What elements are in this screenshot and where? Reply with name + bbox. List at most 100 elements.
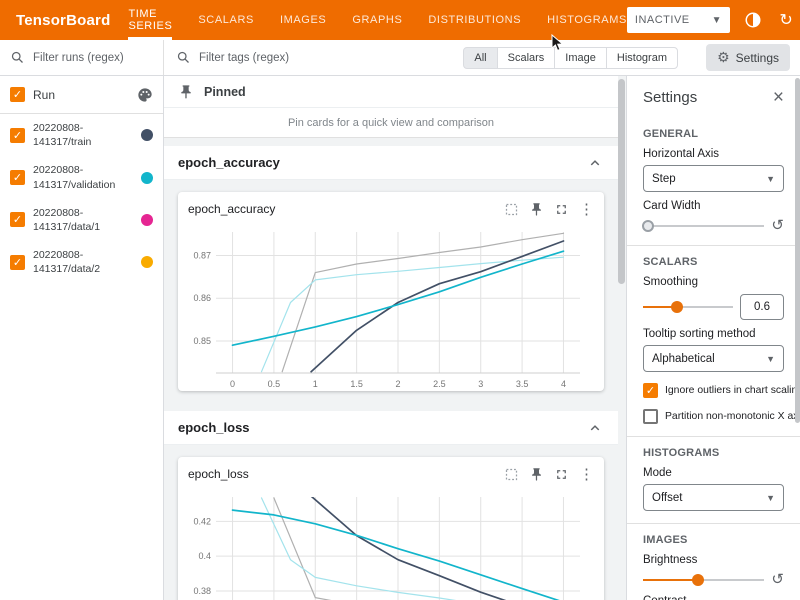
epoch-loss-chart[interactable]: 00.511.522.533.540.360.380.40.42 — [180, 491, 590, 600]
tab-time-series[interactable]: TIME SERIES — [128, 0, 172, 40]
card-title: epoch_loss — [188, 467, 504, 481]
run-row-data-2[interactable]: ✓ 20220808-141317/data/2 — [0, 241, 163, 283]
scalar-card-epoch-accuracy: epoch_accuracy — [178, 192, 604, 391]
pin-icon — [178, 84, 194, 100]
fit-to-data-icon[interactable] — [504, 202, 519, 217]
tag-filter-all[interactable]: All — [463, 47, 497, 69]
palette-icon[interactable] — [137, 87, 153, 103]
section-title: epoch_accuracy — [178, 155, 280, 170]
horizontal-axis-label: Horizontal Axis — [643, 148, 784, 160]
section-epoch-accuracy: epoch_accuracy epoch_accuracy — [164, 146, 618, 391]
smoothing-slider[interactable] — [643, 300, 733, 314]
section-title: epoch_loss — [178, 420, 250, 435]
tag-filter-scalars[interactable]: Scalars — [497, 47, 556, 69]
chevron-down-icon: ▼ — [766, 493, 775, 503]
run-checkbox[interactable]: ✓ — [10, 128, 25, 143]
run-color-dot[interactable] — [141, 129, 153, 141]
run-color-dot[interactable] — [141, 256, 153, 268]
filter-tags-input[interactable] — [199, 52, 455, 64]
run-name: 20220808-141317/data/1 — [33, 206, 133, 234]
general-section-label: GENERAL — [643, 128, 784, 140]
section-header[interactable]: epoch_accuracy — [164, 146, 618, 180]
card-width-slider[interactable] — [643, 219, 764, 233]
histograms-section-label: HISTOGRAMS — [643, 447, 784, 459]
tooltip-sorting-select[interactable]: Alphabetical ▼ — [643, 345, 784, 372]
card-header: epoch_loss — [178, 457, 604, 491]
horizontal-axis-select[interactable]: Step ▼ — [643, 165, 784, 192]
refresh-icon[interactable]: ↻ — [776, 10, 796, 30]
run-checkbox[interactable]: ✓ — [10, 170, 25, 185]
run-row-train[interactable]: ✓ 20220808-141317/train — [0, 114, 163, 156]
ignore-outliers-checkbox[interactable]: ✓ — [643, 383, 658, 398]
filter-toolbar: All Scalars Image Histogram ⚙ Settings — [0, 40, 800, 76]
tab-graphs[interactable]: GRAPHS — [352, 0, 402, 40]
run-row-data-1[interactable]: ✓ 20220808-141317/data/1 — [0, 199, 163, 241]
chevron-down-icon: ▼ — [766, 354, 775, 364]
select-all-runs-checkbox[interactable]: ✓ — [10, 87, 25, 102]
tag-filter-image[interactable]: Image — [554, 47, 607, 69]
tab-scalars[interactable]: SCALARS — [198, 0, 254, 40]
fullscreen-icon[interactable] — [554, 467, 569, 482]
more-options-icon[interactable]: ⋮ — [579, 467, 594, 482]
svg-text:2: 2 — [395, 379, 400, 389]
run-checkbox[interactable]: ✓ — [10, 255, 25, 270]
reset-brightness-icon[interactable]: ↺ — [771, 572, 784, 587]
settings-button-area: ⚙ Settings — [694, 40, 800, 75]
card-header: epoch_accuracy — [178, 192, 604, 226]
pin-icon[interactable] — [529, 202, 544, 217]
run-name: 20220808-141317/train — [33, 121, 133, 149]
app-logo: TensorBoard — [0, 0, 128, 40]
tab-histograms[interactable]: HISTOGRAMS — [547, 0, 627, 40]
content-area: ✓ Run ✓ 20220808-141317/train ✓ 20220808… — [0, 76, 800, 600]
settings-button[interactable]: ⚙ Settings — [706, 44, 790, 71]
partition-x-axis-checkbox[interactable] — [643, 409, 658, 424]
section-header[interactable]: epoch_loss — [164, 411, 618, 445]
scalar-card-epoch-loss: epoch_loss — [178, 457, 604, 600]
status-dropdown[interactable]: INACTIVE ▼ — [627, 7, 730, 33]
filter-runs-input[interactable] — [33, 52, 153, 64]
tab-distributions[interactable]: DISTRIBUTIONS — [428, 0, 521, 40]
epoch-accuracy-chart[interactable]: 00.511.522.533.540.850.860.87 — [180, 226, 590, 391]
tooltip-sorting-label: Tooltip sorting method — [643, 328, 784, 340]
fit-to-data-icon[interactable] — [504, 467, 519, 482]
run-row-validation[interactable]: ✓ 20220808-141317/validation — [0, 156, 163, 198]
ignore-outliers-row[interactable]: ✓ Ignore outliers in chart scaling — [643, 383, 784, 398]
contrast-label: Contrast — [643, 595, 784, 600]
brightness-slider[interactable] — [643, 573, 764, 587]
tag-filter-histogram[interactable]: Histogram — [606, 47, 678, 69]
images-section-label: IMAGES — [643, 534, 784, 546]
tab-images[interactable]: IMAGES — [280, 0, 326, 40]
more-options-icon[interactable]: ⋮ — [579, 202, 594, 217]
partition-x-axis-row[interactable]: Partition non-monotonic X axis i — [643, 409, 784, 424]
svg-text:2.5: 2.5 — [433, 379, 446, 389]
svg-text:0.5: 0.5 — [268, 379, 281, 389]
chevron-up-icon[interactable] — [586, 419, 604, 437]
runs-sidebar: ✓ Run ✓ 20220808-141317/train ✓ 20220808… — [0, 76, 164, 600]
chevron-up-icon[interactable] — [586, 154, 604, 172]
scalars-section-label: SCALARS — [643, 256, 784, 268]
pin-icon[interactable] — [529, 467, 544, 482]
run-color-dot[interactable] — [141, 172, 153, 184]
window-scrollbar[interactable] — [795, 78, 800, 423]
section-epoch-loss: epoch_loss epoch_loss — [164, 411, 618, 600]
svg-text:3.5: 3.5 — [516, 379, 529, 389]
search-icon — [10, 50, 25, 65]
main-nav: TIME SERIES SCALARS IMAGES GRAPHS DISTRI… — [128, 0, 626, 40]
svg-text:1.5: 1.5 — [350, 379, 363, 389]
reset-card-width-icon[interactable]: ↺ — [771, 218, 784, 233]
histogram-mode-value: Offset — [652, 492, 682, 504]
chevron-down-icon: ▼ — [766, 174, 775, 184]
partition-x-axis-label: Partition non-monotonic X axis — [665, 411, 800, 422]
main-scrollbar[interactable] — [618, 79, 625, 284]
smoothing-value-input[interactable] — [740, 294, 784, 320]
histogram-mode-select[interactable]: Offset ▼ — [643, 484, 784, 511]
pinned-label: Pinned — [204, 85, 246, 99]
run-color-dot[interactable] — [141, 214, 153, 226]
search-icon — [176, 50, 191, 65]
close-icon[interactable]: × — [773, 88, 784, 107]
theme-toggle-icon[interactable] — [743, 10, 763, 30]
run-checkbox[interactable]: ✓ — [10, 212, 25, 227]
run-name: 20220808-141317/validation — [33, 163, 133, 191]
fullscreen-icon[interactable] — [554, 202, 569, 217]
card-width-label: Card Width — [643, 200, 784, 212]
